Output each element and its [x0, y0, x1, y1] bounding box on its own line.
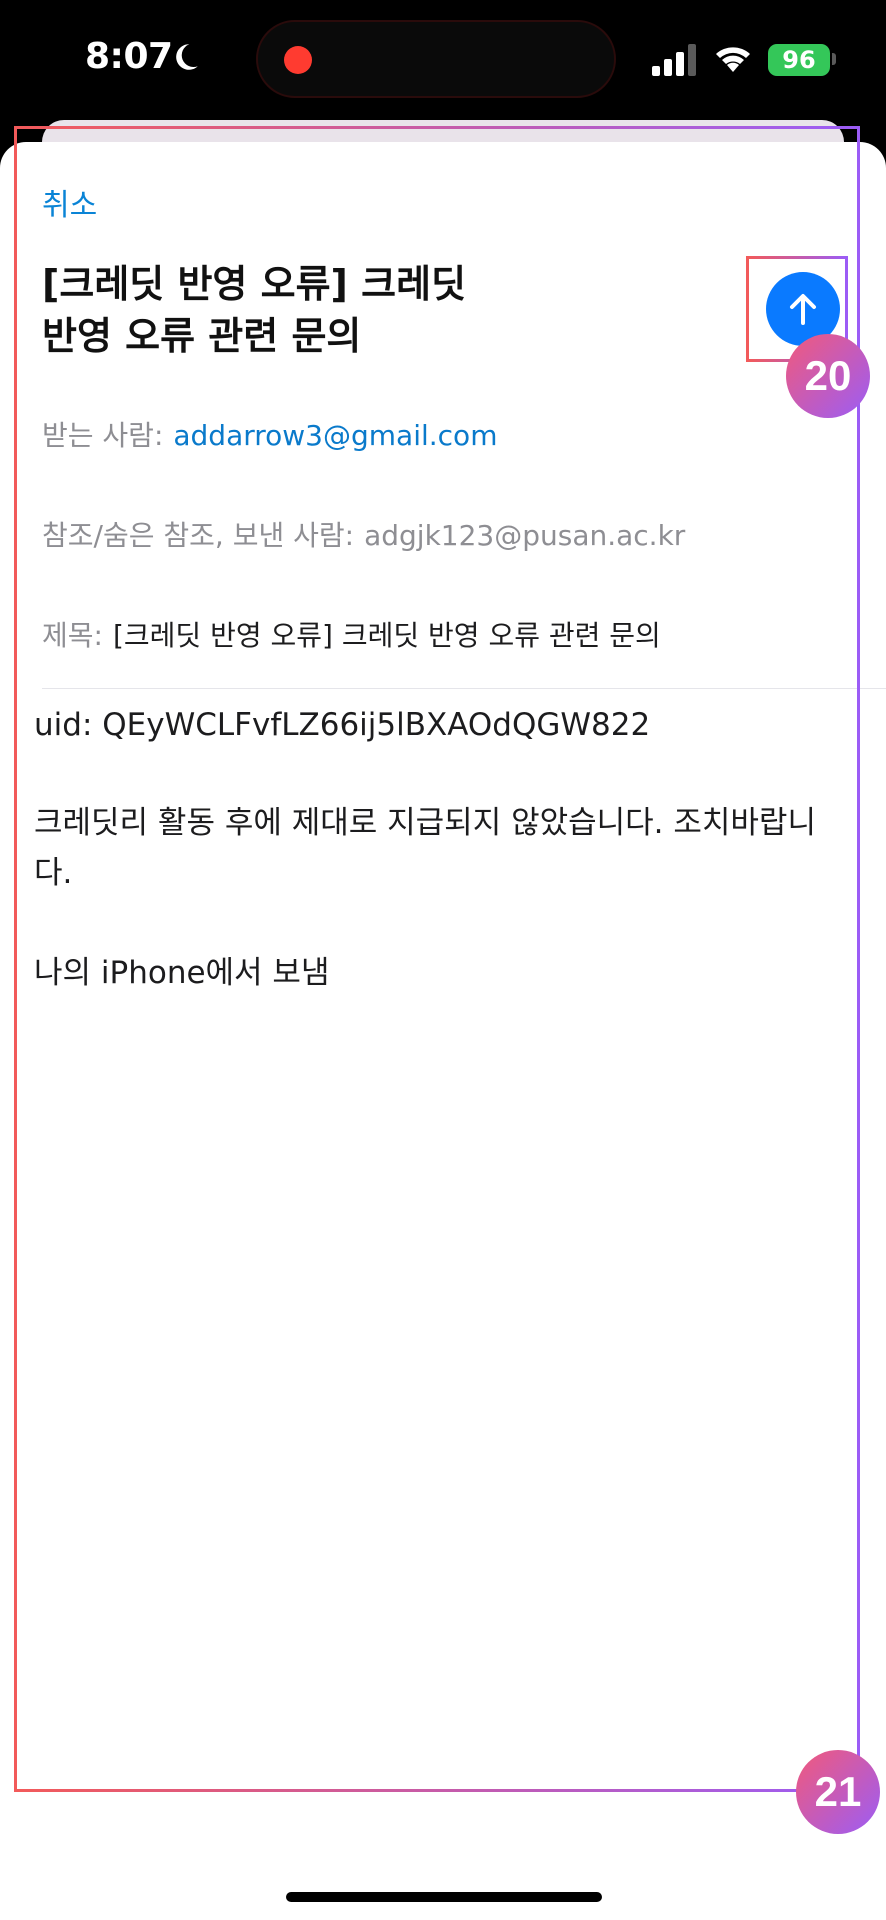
cc-bcc-from-label: 참조/숨은 참조, 보낸 사람:	[42, 519, 355, 552]
compose-title-line: [크레딧 반영 오류] 크레딧	[42, 262, 467, 306]
to-label: 받는 사람:	[42, 419, 164, 452]
battery-indicator: 96	[768, 44, 830, 76]
status-bar: 8:07 96	[0, 0, 886, 120]
subject-input[interactable]: [크레딧 반영 오류] 크레딧 반영 오류 관련 문의	[113, 619, 661, 652]
subject-field[interactable]: 제목: [크레딧 반영 오류] 크레딧 반영 오류 관련 문의	[42, 614, 661, 654]
body-message[interactable]: 크레딧리 활동 후에 제대로 지급되지 않았습니다. 조치바랍니다.	[34, 798, 834, 898]
cc-bcc-from-field[interactable]: 참조/숨은 참조, 보낸 사람: adgjk123@pusan.ac.kr	[42, 514, 685, 554]
home-indicator	[286, 1892, 602, 1902]
compose-title: [크레딧 반영 오류] 크레딧 반영 오류 관련 문의	[42, 258, 602, 362]
from-address[interactable]: adgjk123@pusan.ac.kr	[364, 519, 685, 552]
recording-indicator-icon	[284, 46, 312, 74]
battery-nub	[832, 53, 836, 65]
annotation-badge: 20	[786, 334, 870, 418]
dynamic-island	[256, 20, 616, 98]
subject-label: 제목:	[42, 619, 103, 652]
moon-icon	[176, 44, 198, 70]
annotation-badge: 21	[796, 1750, 880, 1834]
arrow-up-icon	[790, 294, 816, 325]
to-field[interactable]: 받는 사람: addarrow3@gmail.com	[42, 414, 497, 454]
cellular-signal-icon	[652, 44, 696, 76]
status-time: 8:07	[85, 36, 173, 77]
to-recipient[interactable]: addarrow3@gmail.com	[173, 419, 497, 452]
compose-title-line: 반영 오류 관련 문의	[42, 314, 362, 358]
body-uid-line[interactable]: uid: QEyWCLFvfLZ66ij5lBXAOdQGW822	[34, 700, 834, 750]
wifi-icon	[716, 47, 750, 72]
cancel-button[interactable]: 취소	[42, 180, 97, 224]
mail-compose-sheet: 취소 [크레딧 반영 오류] 크레딧 반영 오류 관련 문의 받는 사람: add…	[0, 142, 886, 1920]
battery-level: 96	[782, 46, 816, 74]
body-signature[interactable]: 나의 iPhone에서 보냄	[34, 948, 834, 998]
header-divider	[42, 688, 886, 689]
